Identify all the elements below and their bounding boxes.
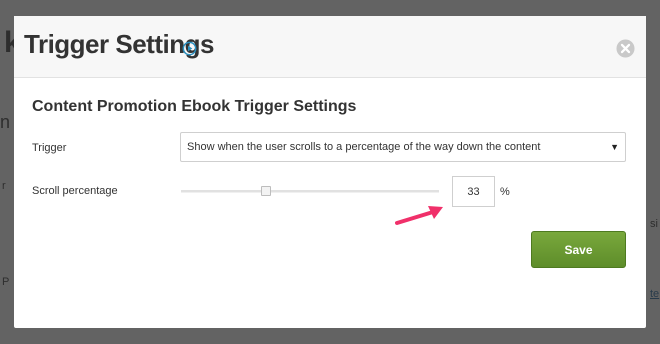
- play-circle-icon[interactable]: [182, 41, 197, 56]
- trigger-select-value: Show when the user scrolls to a percenta…: [187, 141, 541, 153]
- caret-down-icon: ▼: [610, 142, 619, 152]
- close-circle-icon[interactable]: [616, 39, 635, 58]
- scroll-percentage-input[interactable]: [452, 176, 495, 207]
- save-button[interactable]: Save: [531, 231, 626, 268]
- modal-header: Trigger Settings: [14, 16, 646, 78]
- scroll-percentage-slider-track[interactable]: [181, 190, 439, 193]
- trigger-label: Trigger: [32, 142, 67, 154]
- section-title: Content Promotion Ebook Trigger Settings: [32, 98, 357, 115]
- scroll-percentage-slider-handle[interactable]: [261, 186, 272, 196]
- percent-unit: %: [500, 186, 510, 198]
- scroll-percentage-label: Scroll percentage: [32, 185, 118, 197]
- trigger-select[interactable]: Show when the user scrolls to a percenta…: [180, 132, 626, 162]
- trigger-settings-modal: Trigger Settings Content Promotion Ebook…: [14, 16, 646, 328]
- pointer-arrow-icon: [395, 206, 443, 225]
